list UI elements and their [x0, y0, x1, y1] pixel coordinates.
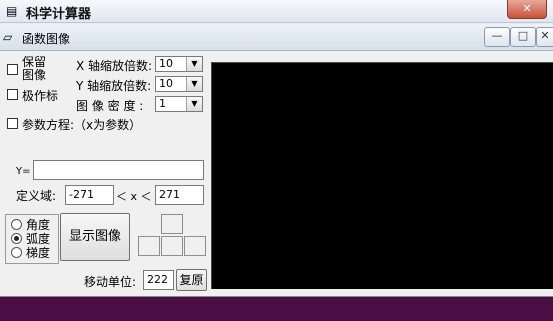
chevron-down-icon[interactable]: ▼	[186, 57, 202, 71]
angle-gradian-label: 梯度	[26, 246, 51, 260]
child-titlebar: ▱ 函数图像 — □ ✕	[0, 24, 553, 51]
density-value: 1	[159, 97, 166, 110]
domain-label: 定义域:	[16, 189, 57, 203]
y-scale-select[interactable]: 10 ▼	[155, 76, 203, 92]
pan-down-button[interactable]	[161, 236, 183, 256]
maximize-button[interactable]: □	[510, 27, 536, 47]
function-plot-window: ▱ 函数图像 — □ ✕ 保留 图像 极作标 X 轴缩放倍数: 10 ▼ Y 轴…	[0, 24, 553, 297]
function-input[interactable]	[33, 160, 204, 180]
polar-checkbox[interactable]	[7, 89, 18, 100]
plot-canvas[interactable]	[211, 62, 553, 289]
keep-image-label-line1: 保留	[22, 55, 47, 69]
parent-window-title: 科学计算器	[26, 7, 92, 22]
parent-close-button[interactable]: ✕	[507, 0, 547, 19]
keep-image-label-line2: 图像	[22, 68, 47, 82]
chevron-down-icon[interactable]: ▼	[186, 97, 202, 111]
parametric-label: 参数方程:（x为参数）	[22, 118, 142, 132]
window-icon: ▱	[3, 30, 13, 44]
pan-up-button[interactable]	[161, 214, 183, 234]
domain-x-label: ＜ x ＜	[116, 190, 152, 203]
x-scale-select[interactable]: 10 ▼	[155, 56, 203, 72]
parent-titlebar: ▤ 科学计算器 ✕	[0, 0, 553, 23]
angle-gradian-radio[interactable]	[11, 247, 22, 258]
polar-label: 极作标	[22, 89, 59, 103]
chevron-down-icon[interactable]: ▼	[186, 77, 202, 91]
reset-button[interactable]: 复原	[176, 269, 207, 291]
density-select[interactable]: 1 ▼	[155, 96, 203, 112]
pan-left-button[interactable]	[138, 236, 160, 256]
parametric-checkbox[interactable]	[7, 118, 18, 129]
keep-image-checkbox[interactable]	[7, 64, 18, 75]
domain-min-input[interactable]: -271	[65, 185, 114, 205]
y-equals-label: Y=	[16, 166, 31, 177]
angle-radian-radio[interactable]	[11, 233, 22, 244]
close-button[interactable]: ✕	[536, 27, 553, 47]
pan-right-button[interactable]	[184, 236, 206, 256]
minimize-button[interactable]: —	[484, 27, 510, 47]
child-window-title: 函数图像	[22, 32, 71, 46]
x-scale-value: 10	[159, 57, 173, 70]
y-scale-label: Y 轴缩放倍数:	[76, 79, 152, 93]
y-scale-value: 10	[159, 77, 173, 90]
move-unit-input[interactable]: 222	[143, 270, 174, 290]
density-label: 图 像 密 度 :	[76, 99, 144, 113]
calculator-app-icon: ▤	[6, 4, 18, 18]
move-unit-label: 移动单位:	[84, 275, 137, 289]
domain-max-input[interactable]: 271	[155, 185, 204, 205]
show-image-button[interactable]: 显示图像	[60, 213, 130, 261]
angle-unit-group: 角度 弧度 梯度	[5, 214, 59, 264]
angle-degree-radio[interactable]	[11, 219, 22, 230]
desktop-background-strip	[0, 296, 553, 321]
x-scale-label: X 轴缩放倍数:	[76, 59, 153, 73]
